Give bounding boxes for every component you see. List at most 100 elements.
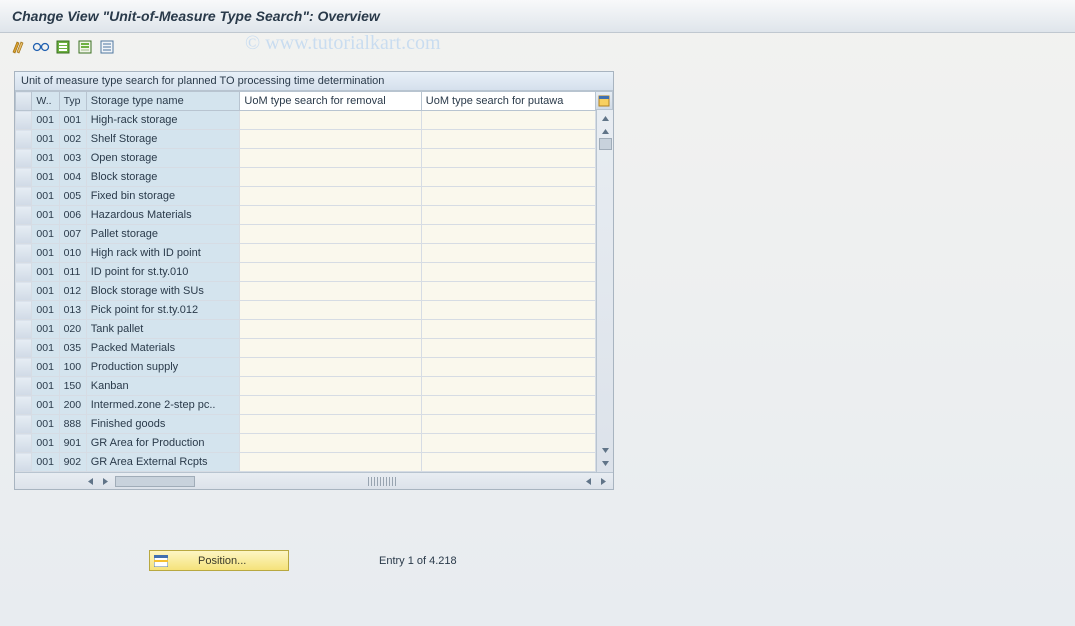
row-selector[interactable] bbox=[16, 453, 32, 472]
cell-removal[interactable] bbox=[240, 396, 421, 415]
table-row[interactable]: 001010High rack with ID point bbox=[16, 244, 596, 263]
table-row[interactable]: 001901GR Area for Production bbox=[16, 434, 596, 453]
cell-putaway[interactable] bbox=[421, 111, 595, 130]
horizontal-scrollbar[interactable] bbox=[15, 472, 613, 489]
row-selector[interactable] bbox=[16, 396, 32, 415]
cell-putaway[interactable] bbox=[421, 225, 595, 244]
table-row[interactable]: 001035Packed Materials bbox=[16, 339, 596, 358]
table-row[interactable]: 001150Kanban bbox=[16, 377, 596, 396]
cell-removal[interactable] bbox=[240, 168, 421, 187]
table-row[interactable]: 001020Tank pallet bbox=[16, 320, 596, 339]
scroll-down-icon[interactable] bbox=[599, 457, 612, 470]
cell-removal[interactable] bbox=[240, 415, 421, 434]
cell-removal[interactable] bbox=[240, 339, 421, 358]
table-row[interactable]: 001006Hazardous Materials bbox=[16, 206, 596, 225]
table-row[interactable]: 001007Pallet storage bbox=[16, 225, 596, 244]
cell-putaway[interactable] bbox=[421, 130, 595, 149]
row-selector[interactable] bbox=[16, 301, 32, 320]
cell-removal[interactable] bbox=[240, 377, 421, 396]
cell-putaway[interactable] bbox=[421, 396, 595, 415]
row-selector[interactable] bbox=[16, 168, 32, 187]
table-row[interactable]: 001001High-rack storage bbox=[16, 111, 596, 130]
row-selector[interactable] bbox=[16, 149, 32, 168]
cell-removal[interactable] bbox=[240, 282, 421, 301]
row-selector[interactable] bbox=[16, 111, 32, 130]
cell-putaway[interactable] bbox=[421, 301, 595, 320]
row-selector[interactable] bbox=[16, 377, 32, 396]
row-selector[interactable] bbox=[16, 434, 32, 453]
table-row[interactable]: 001012Block storage with SUs bbox=[16, 282, 596, 301]
cell-removal[interactable] bbox=[240, 358, 421, 377]
col-header-w[interactable]: W.. bbox=[32, 92, 59, 111]
vertical-scrollbar[interactable] bbox=[596, 110, 613, 472]
table-row[interactable]: 001100Production supply bbox=[16, 358, 596, 377]
cell-removal[interactable] bbox=[240, 301, 421, 320]
cell-removal[interactable] bbox=[240, 453, 421, 472]
cell-removal[interactable] bbox=[240, 263, 421, 282]
details-icon[interactable] bbox=[32, 38, 50, 56]
cell-putaway[interactable] bbox=[421, 168, 595, 187]
table-settings-icon[interactable] bbox=[596, 91, 613, 110]
row-selector[interactable] bbox=[16, 263, 32, 282]
cell-putaway[interactable] bbox=[421, 415, 595, 434]
table-row[interactable]: 001003Open storage bbox=[16, 149, 596, 168]
cell-putaway[interactable] bbox=[421, 187, 595, 206]
table-row[interactable]: 001013Pick point for st.ty.012 bbox=[16, 301, 596, 320]
table-row[interactable]: 001888Finished goods bbox=[16, 415, 596, 434]
table-row[interactable]: 001005Fixed bin storage bbox=[16, 187, 596, 206]
table-row[interactable]: 001002Shelf Storage bbox=[16, 130, 596, 149]
row-selector[interactable] bbox=[16, 320, 32, 339]
scroll-right-icon[interactable] bbox=[597, 475, 610, 488]
table-row[interactable]: 001004Block storage bbox=[16, 168, 596, 187]
col-header-name[interactable]: Storage type name bbox=[86, 92, 240, 111]
row-selector[interactable] bbox=[16, 244, 32, 263]
cell-putaway[interactable] bbox=[421, 320, 595, 339]
cell-putaway[interactable] bbox=[421, 149, 595, 168]
position-button[interactable]: Position... bbox=[149, 550, 289, 571]
scroll-left-icon[interactable] bbox=[84, 475, 97, 488]
row-selector[interactable] bbox=[16, 358, 32, 377]
table-row[interactable]: 001902GR Area External Rcpts bbox=[16, 453, 596, 472]
cell-putaway[interactable] bbox=[421, 206, 595, 225]
col-header-typ[interactable]: Typ bbox=[59, 92, 86, 111]
cell-putaway[interactable] bbox=[421, 358, 595, 377]
row-selector[interactable] bbox=[16, 130, 32, 149]
table-row[interactable]: 001200Intermed.zone 2-step pc.. bbox=[16, 396, 596, 415]
table-row[interactable]: 001011ID point for st.ty.010 bbox=[16, 263, 596, 282]
scroll-up-icon[interactable] bbox=[599, 125, 612, 138]
cell-removal[interactable] bbox=[240, 149, 421, 168]
row-selector[interactable] bbox=[16, 339, 32, 358]
cell-putaway[interactable] bbox=[421, 282, 595, 301]
cell-putaway[interactable] bbox=[421, 263, 595, 282]
row-selector[interactable] bbox=[16, 225, 32, 244]
cell-removal[interactable] bbox=[240, 187, 421, 206]
scroll-left-icon[interactable] bbox=[582, 475, 595, 488]
select-all-icon[interactable] bbox=[54, 38, 72, 56]
cell-removal[interactable] bbox=[240, 206, 421, 225]
cell-removal[interactable] bbox=[240, 434, 421, 453]
cell-removal[interactable] bbox=[240, 111, 421, 130]
scroll-up-icon[interactable] bbox=[599, 112, 612, 125]
row-selector[interactable] bbox=[16, 415, 32, 434]
col-header-selector[interactable] bbox=[16, 92, 32, 111]
cell-removal[interactable] bbox=[240, 130, 421, 149]
select-block-icon[interactable] bbox=[76, 38, 94, 56]
scroll-thumb[interactable] bbox=[599, 138, 612, 150]
cell-removal[interactable] bbox=[240, 225, 421, 244]
scroll-right-icon[interactable] bbox=[99, 475, 112, 488]
other-entries-icon[interactable] bbox=[10, 38, 28, 56]
cell-putaway[interactable] bbox=[421, 434, 595, 453]
cell-putaway[interactable] bbox=[421, 339, 595, 358]
row-selector[interactable] bbox=[16, 282, 32, 301]
cell-putaway[interactable] bbox=[421, 377, 595, 396]
row-selector[interactable] bbox=[16, 187, 32, 206]
row-selector[interactable] bbox=[16, 206, 32, 225]
deselect-all-icon[interactable] bbox=[98, 38, 116, 56]
col-header-putaway[interactable]: UoM type search for putawa bbox=[421, 92, 595, 111]
cell-removal[interactable] bbox=[240, 244, 421, 263]
cell-removal[interactable] bbox=[240, 320, 421, 339]
col-header-removal[interactable]: UoM type search for removal bbox=[240, 92, 421, 111]
scroll-down-icon[interactable] bbox=[599, 444, 612, 457]
h-scroll-thumb[interactable] bbox=[115, 476, 195, 487]
cell-putaway[interactable] bbox=[421, 453, 595, 472]
